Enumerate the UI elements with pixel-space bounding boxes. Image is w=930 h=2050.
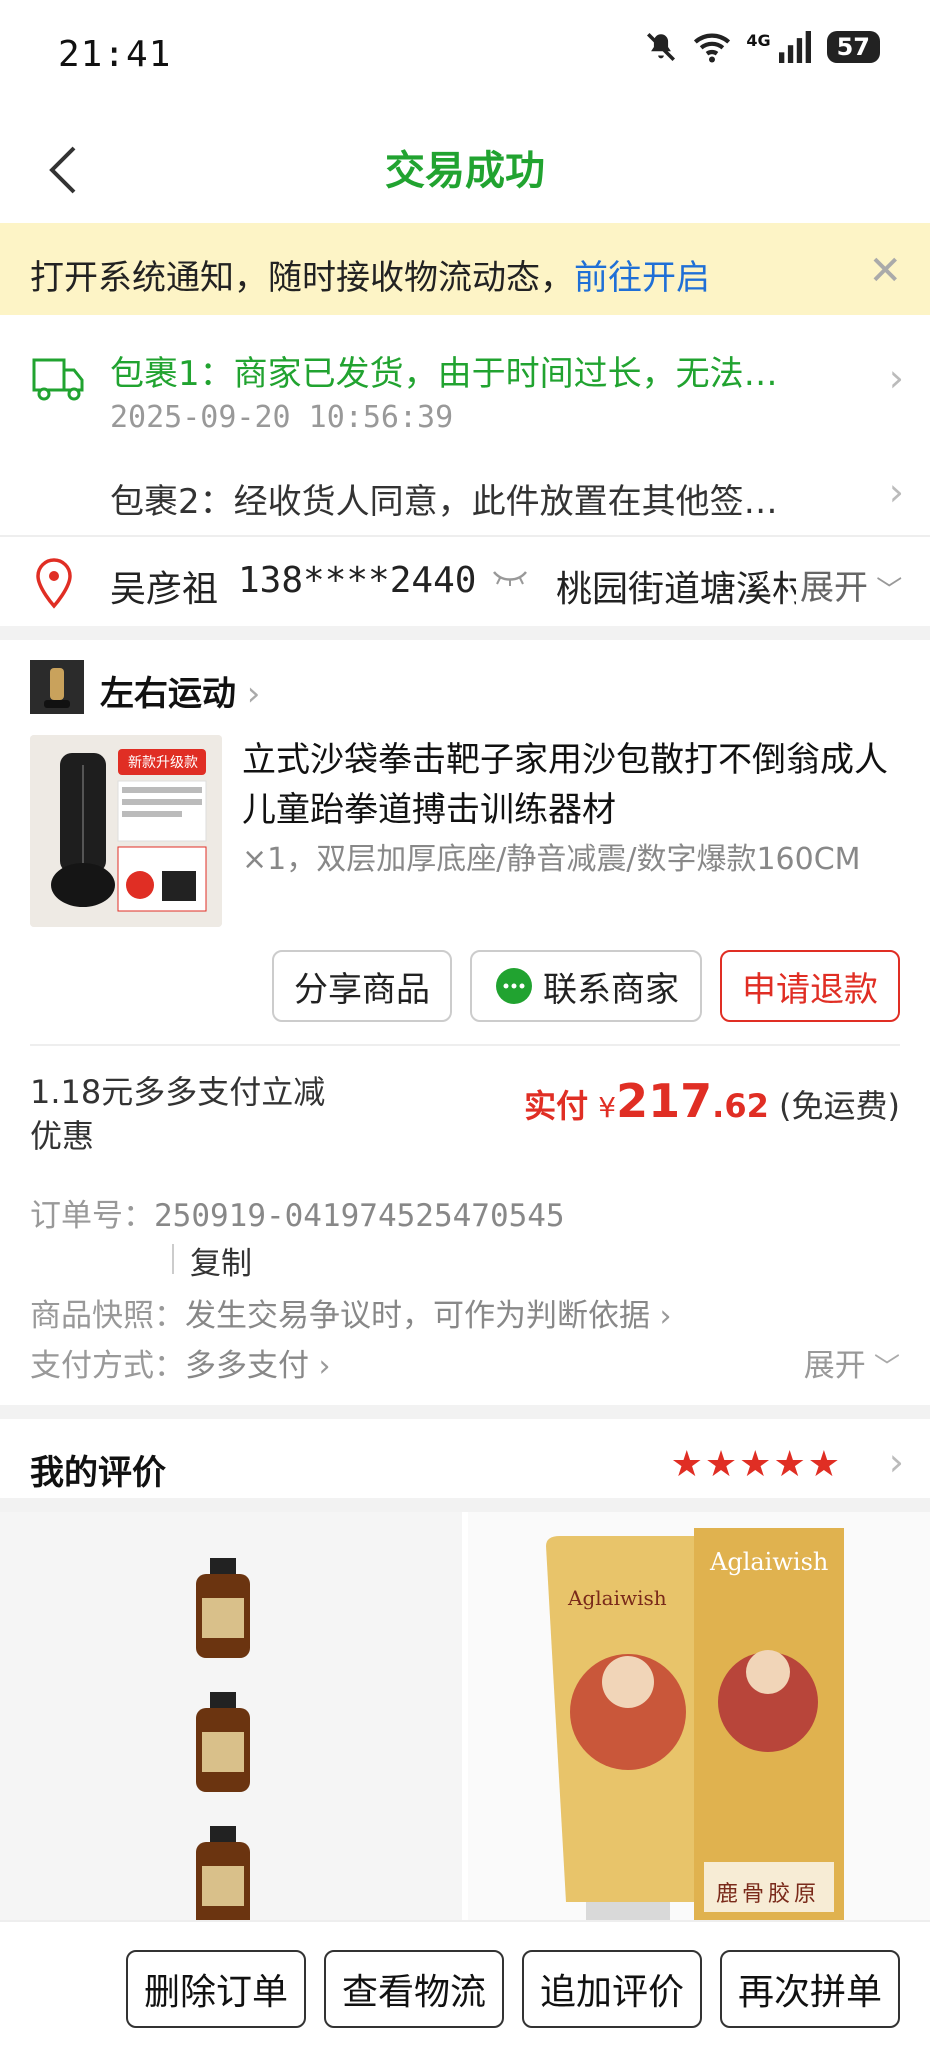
enable-notification-link[interactable]: 前往开启 (574, 258, 710, 298)
eye-closed-icon[interactable] (492, 566, 528, 594)
order-id: 250919-041974525470545 (154, 1198, 565, 1234)
payment-method-row[interactable]: 支付方式：多多支付 › (30, 1340, 331, 1385)
shop-logo[interactable] (30, 660, 84, 714)
actual-payment: 实付 ¥217.62 (免运费) (524, 1074, 900, 1128)
view-logistics-button[interactable]: 查看物流 (324, 1950, 504, 2028)
divider (0, 535, 930, 537)
chevron-right-icon[interactable]: › (889, 356, 904, 400)
request-refund-button[interactable]: 申请退款 (720, 950, 900, 1022)
battery-indicator: 57 (826, 31, 880, 63)
chevron-right-icon[interactable]: › (889, 470, 904, 514)
order-id-label: 订单号： (30, 1198, 154, 1234)
discount-info: 1.18元多多支付立减优惠 (30, 1073, 326, 1155)
recipient-name: 吴彦祖 (110, 569, 219, 610)
address-expand-button[interactable]: 展开 ﹀ (800, 560, 902, 609)
product-brand-box: Aglaiwish (710, 1548, 829, 1576)
snapshot-label: 商品快照： (30, 1298, 185, 1334)
expand-label: 展开 (803, 1348, 866, 1384)
copy-order-id-button[interactable]: 复制 (190, 1238, 252, 1283)
location-pin-icon (30, 556, 78, 612)
product-title[interactable]: 立式沙袋拳击靶子家用沙包散打不倒翁成人儿童跆拳道搏击训练器材 (242, 735, 892, 835)
review-image-right[interactable] (468, 1512, 930, 1932)
payment-method-value: 多多支付 (185, 1348, 309, 1384)
shipping-note: (免运费) (779, 1087, 900, 1125)
regroup-button[interactable]: 再次拼单 (720, 1950, 900, 2028)
chevron-right-icon: › (236, 674, 261, 714)
truck-icon (30, 352, 86, 404)
my-review-title: 我的评价 (30, 1453, 166, 1493)
payment-method-label: 支付方式： (30, 1348, 185, 1384)
order-id-row: 订单号：250919-041974525470545 (30, 1190, 565, 1235)
section-gap (0, 1498, 930, 1512)
product-brand: Aglaiwish (568, 1586, 667, 1610)
wifi-icon (694, 33, 731, 63)
page-title: 交易成功 (385, 148, 545, 194)
snapshot-row[interactable]: 商品快照：发生交易争议时，可作为判断依据 › (30, 1290, 672, 1335)
star-rating: ★★★★★ (670, 1444, 842, 1485)
notification-text: 打开系统通知，随时接收物流动态，前往开启 (30, 250, 710, 299)
add-review-button[interactable]: 追加评价 (522, 1950, 702, 2028)
share-product-button[interactable]: 分享商品 (272, 950, 452, 1022)
actual-payment-label: 实付 (524, 1087, 589, 1125)
signal-icon (778, 31, 811, 63)
delete-order-button[interactable]: 删除订单 (126, 1950, 306, 2028)
address-street: 桃园街道塘溪村 (556, 569, 796, 610)
chevron-right-icon: › (650, 1299, 672, 1334)
package-1-time: 2025-09-20 10:56:39 (110, 400, 454, 435)
product-image-badge: 新款升级款 (128, 755, 198, 771)
contact-merchant-label: 联系商家 (543, 969, 679, 1010)
divider (172, 1244, 174, 1274)
expand-label: 展开 (800, 568, 868, 608)
section-gap (0, 626, 930, 640)
status-icons: 4G 57 (644, 30, 880, 64)
network-type: 4G (746, 30, 771, 50)
order-expand-button[interactable]: 展开 ﹀ (804, 1340, 900, 1385)
close-icon[interactable]: ✕ (868, 248, 902, 294)
status-time: 21:41 (58, 34, 172, 75)
shop-name[interactable]: 左右运动 › (100, 666, 260, 715)
product-box-label: 鹿骨胶原 (716, 1882, 821, 1907)
notification-message: 打开系统通知，随时接收物流动态， (30, 258, 574, 298)
chevron-right-icon: › (309, 1349, 331, 1384)
currency-symbol: ¥ (598, 1091, 617, 1124)
snapshot-value: 发生交易争议时，可作为判断依据 (185, 1298, 650, 1334)
payment-amount-int: 217 (616, 1074, 713, 1128)
chat-bubble-icon (496, 968, 532, 1004)
recipient-phone: 138****2440 (238, 560, 477, 601)
contact-merchant-button[interactable]: 联系商家 (470, 950, 702, 1022)
package-2-status[interactable]: 包裹2：经收货人同意，此件放置在其他签… (110, 474, 850, 523)
product-spec: ×1，双层加厚底座/静音减震/数字爆款160CM (242, 842, 861, 877)
chevron-down-icon: ﹀ (865, 1353, 900, 1383)
package-1-status[interactable]: 包裹1：商家已发货，由于时间过长，无法… (110, 346, 850, 395)
shop-name-label: 左右运动 (100, 674, 236, 714)
chevron-down-icon: ﹀ (868, 576, 903, 606)
section-gap (0, 1405, 930, 1419)
divider (30, 1044, 900, 1046)
review-image-left[interactable] (0, 1512, 462, 1932)
mute-bell-icon (647, 32, 676, 62)
chevron-right-icon[interactable]: › (889, 1440, 904, 1484)
payment-amount-dec: .62 (712, 1087, 769, 1125)
